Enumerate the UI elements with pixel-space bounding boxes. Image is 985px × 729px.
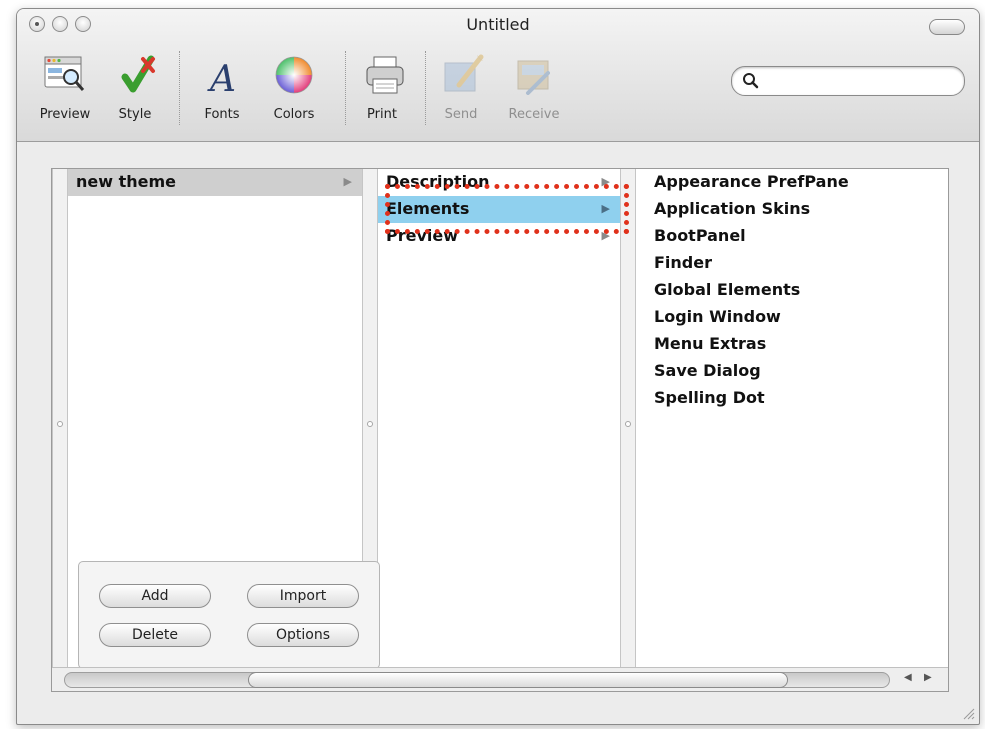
element-label: BootPanel [654, 226, 746, 245]
style-label: Style [118, 107, 152, 122]
element-label: Spelling Dot [654, 388, 765, 407]
element-label: Finder [654, 253, 712, 272]
preview-label: Preview [39, 107, 91, 122]
column-resize-divider[interactable] [620, 169, 636, 667]
search-icon [743, 73, 759, 89]
list-item[interactable]: Global Elements [646, 277, 946, 304]
disclosure-arrow-icon: ▶ [343, 175, 352, 188]
resize-knob-icon [57, 421, 63, 427]
print-toolbar-button[interactable]: Print [359, 49, 405, 122]
scroll-right-arrow-icon[interactable]: ▶ [924, 672, 932, 683]
window-title: Untitled [466, 15, 530, 34]
preview-icon [39, 49, 91, 101]
printer-icon [359, 49, 411, 101]
list-item[interactable]: BootPanel [646, 223, 946, 250]
fonts-label: Fonts [204, 107, 240, 122]
app-window: Untitled Preview Style A Fonts Colors Pr… [16, 8, 980, 725]
color-wheel-icon [268, 49, 320, 101]
theme-label: new theme [76, 172, 177, 191]
list-item[interactable]: Login Window [646, 304, 946, 331]
element-label: Application Skins [654, 199, 811, 218]
list-item[interactable]: Menu Extras [646, 331, 946, 358]
element-label: Appearance PrefPane [654, 172, 849, 191]
colors-label: Colors [273, 107, 315, 122]
toolbar-separator [425, 51, 426, 125]
scroll-thumb[interactable] [248, 672, 788, 688]
resize-knob-icon [625, 421, 631, 427]
element-label: Global Elements [654, 280, 801, 299]
fonts-toolbar-button[interactable]: A Fonts [197, 49, 247, 122]
checkmark-style-icon [113, 49, 165, 101]
preview-toolbar-button[interactable]: Preview [37, 49, 93, 122]
toolbar-separator [179, 51, 180, 125]
colors-toolbar-button[interactable]: Colors [263, 49, 325, 122]
style-toolbar-button[interactable]: Style [113, 49, 157, 122]
theme-actions-panel: Add Import Delete Options [78, 561, 380, 669]
receive-icon [508, 49, 560, 101]
list-item[interactable]: Save Dialog [646, 358, 946, 385]
svg-text:A: A [207, 59, 236, 100]
receive-label: Receive [508, 107, 560, 122]
resize-knob-icon [367, 421, 373, 427]
annotation-highlight-box [385, 184, 629, 234]
column-resize-divider[interactable] [52, 169, 68, 667]
options-button[interactable]: Options [247, 623, 359, 647]
list-item[interactable]: Spelling Dot [646, 385, 946, 412]
list-item[interactable]: Finder [646, 250, 946, 277]
list-item[interactable]: Application Skins [646, 196, 946, 223]
element-label: Menu Extras [654, 334, 767, 353]
element-label: Login Window [654, 307, 781, 326]
resize-grip-icon[interactable] [961, 706, 975, 720]
fonts-icon: A [197, 49, 249, 101]
search-field[interactable] [731, 66, 965, 96]
toolbar-toggle-button[interactable] [929, 19, 965, 35]
delete-button[interactable]: Delete [99, 623, 211, 647]
element-label: Save Dialog [654, 361, 761, 380]
add-button[interactable]: Add [99, 584, 211, 608]
theme-browser: new theme ▶ Description ▶ Elements ▶ Pre… [51, 168, 949, 692]
toolbar-separator [345, 51, 346, 125]
titlebar: Untitled Preview Style A Fonts Colors Pr… [17, 9, 979, 142]
send-label: Send [444, 107, 478, 122]
receive-toolbar-button[interactable]: Receive [499, 49, 569, 122]
import-button[interactable]: Import [247, 584, 359, 608]
send-icon [437, 49, 489, 101]
scroll-left-arrow-icon[interactable]: ◀ [904, 672, 912, 683]
elements-column: Appearance PrefPane Application Skins Bo… [646, 169, 946, 667]
sections-column: Description ▶ Elements ▶ Preview ▶ [378, 169, 620, 667]
horizontal-scrollbar[interactable]: ◀ ▶ [52, 667, 948, 691]
list-item[interactable]: Appearance PrefPane [646, 169, 946, 196]
print-label: Print [367, 107, 397, 122]
list-item[interactable]: new theme ▶ [68, 169, 362, 196]
send-toolbar-button[interactable]: Send [437, 49, 485, 122]
